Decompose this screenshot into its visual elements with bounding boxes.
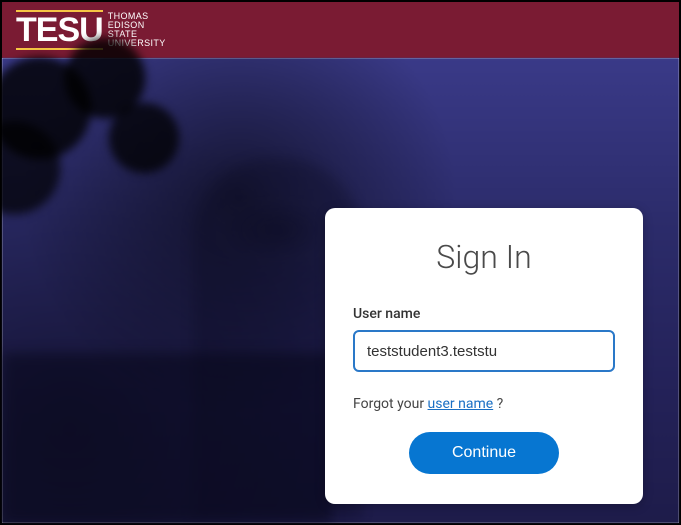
background-building [2, 353, 332, 523]
forgot-username-link[interactable]: user name [428, 396, 494, 412]
card-title: Sign In [353, 238, 615, 276]
button-row: Continue [353, 432, 615, 474]
username-input[interactable] [353, 330, 615, 372]
forgot-prefix: Forgot your [353, 396, 428, 412]
forgot-suffix: ? [493, 396, 503, 412]
username-label: User name [353, 306, 615, 322]
forgot-username-text: Forgot your user name ? [353, 396, 615, 412]
continue-button[interactable]: Continue [409, 432, 559, 474]
signin-card: Sign In User name Forgot your user name … [325, 208, 643, 504]
background-leaves [0, 28, 222, 228]
